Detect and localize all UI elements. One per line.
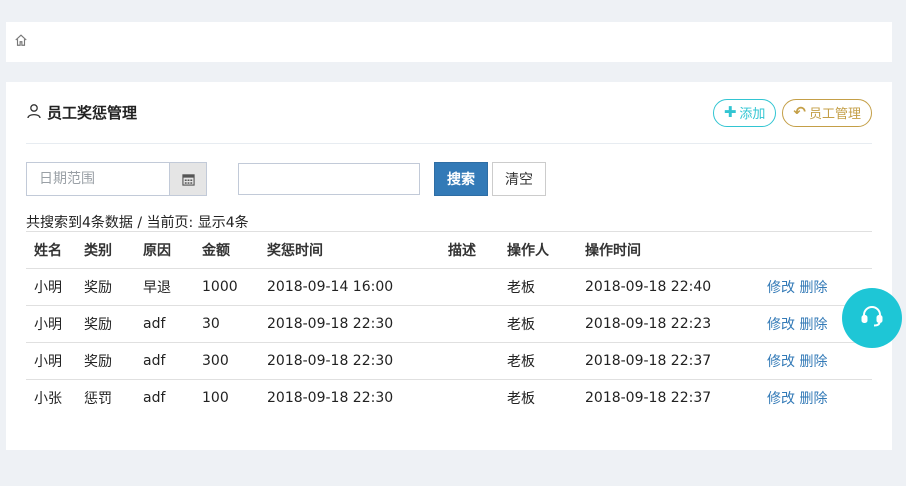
column-header — [767, 231, 872, 269]
cell-name: 小明 — [26, 268, 84, 306]
cell-desc — [448, 268, 507, 306]
breadcrumb — [6, 22, 892, 62]
staff-management-button[interactable]: ↶ 员工管理 — [782, 98, 872, 127]
cell-desc — [448, 305, 507, 343]
date-range-input[interactable] — [26, 162, 169, 196]
page-title: 员工奖惩管理 — [26, 102, 137, 123]
cell-actions: 修改 删除 — [767, 342, 872, 380]
cell-name: 小明 — [26, 342, 84, 380]
search-form: 搜索 清空 — [26, 162, 546, 196]
headset-icon — [858, 302, 886, 334]
cell-reason: 早退 — [143, 268, 202, 306]
cell-amount: 30 — [202, 305, 267, 343]
main-panel: 员工奖惩管理 ✚ 添加 ↶ 员工管理 日期范围 搜索 清空 共搜索到4条数据 /… — [6, 82, 892, 450]
cell-operator: 老板 — [507, 342, 585, 380]
result-summary: 共搜索到4条数据 / 当前页: 显示4条 — [26, 215, 249, 231]
cell-time: 2018-09-18 22:30 — [267, 379, 448, 417]
cell-reason: adf — [143, 305, 202, 343]
column-header: 操作时间 — [585, 231, 767, 269]
table-header-row: 姓名 类别 原因 金额 奖惩时间 描述 操作人 操作时间 — [26, 231, 872, 269]
cell-operator: 老板 — [507, 268, 585, 306]
cell-type: 奖励 — [84, 305, 143, 343]
cell-type: 惩罚 — [84, 379, 143, 417]
cell-reason: adf — [143, 342, 202, 380]
support-button[interactable] — [842, 288, 902, 348]
table-row: 小明 奖励 adf 30 2018-09-18 22:30 老板 2018-09… — [26, 305, 872, 343]
plus-icon: ✚ — [723, 103, 737, 121]
delete-link[interactable]: 删除 — [799, 280, 827, 296]
column-header: 奖惩时间 — [267, 231, 448, 269]
cell-type: 奖励 — [84, 342, 143, 380]
table-row: 小明 奖励 adf 300 2018-09-18 22:30 老板 2018-0… — [26, 342, 872, 380]
delete-link[interactable]: 删除 — [799, 391, 827, 407]
add-button-label: 添加 — [739, 107, 766, 122]
panel-header: 员工奖惩管理 ✚ 添加 ↶ 员工管理 — [26, 82, 872, 144]
column-header: 金额 — [202, 231, 267, 269]
cell-op-time: 2018-09-18 22:23 — [585, 305, 767, 343]
cell-time: 2018-09-18 22:30 — [267, 342, 448, 380]
records-table: 姓名 类别 原因 金额 奖惩时间 描述 操作人 操作时间 小明 奖励 早退 10… — [26, 231, 872, 417]
calendar-icon[interactable] — [169, 162, 207, 196]
cell-actions: 修改 删除 — [767, 379, 872, 417]
cell-amount: 100 — [202, 379, 267, 417]
cell-operator: 老板 — [507, 379, 585, 417]
cell-name: 小张 — [26, 379, 84, 417]
column-header: 类别 — [84, 231, 143, 269]
edit-link[interactable]: 修改 — [767, 280, 795, 296]
cell-desc — [448, 342, 507, 380]
cell-op-time: 2018-09-18 22:40 — [585, 268, 767, 306]
cell-amount: 300 — [202, 342, 267, 380]
cell-operator: 老板 — [507, 305, 585, 343]
edit-link[interactable]: 修改 — [767, 391, 795, 407]
date-range-group — [26, 162, 207, 196]
add-button[interactable]: ✚ 添加 — [712, 98, 777, 127]
column-header: 操作人 — [507, 231, 585, 269]
clear-button[interactable]: 清空 — [492, 162, 546, 196]
cell-time: 2018-09-14 16:00 — [267, 268, 448, 306]
column-header: 原因 — [143, 231, 202, 269]
cell-op-time: 2018-09-18 22:37 — [585, 342, 767, 380]
cell-op-time: 2018-09-18 22:37 — [585, 379, 767, 417]
cell-amount: 1000 — [202, 268, 267, 306]
user-icon — [26, 103, 47, 123]
keyword-input[interactable] — [238, 163, 420, 195]
delete-link[interactable]: 删除 — [799, 354, 827, 370]
edit-link[interactable]: 修改 — [767, 317, 795, 333]
delete-link[interactable]: 删除 — [799, 317, 827, 333]
column-header: 描述 — [448, 231, 507, 269]
reply-arrow-icon: ↶ — [793, 103, 806, 121]
search-button[interactable]: 搜索 — [434, 162, 488, 196]
column-header: 姓名 — [26, 231, 84, 269]
cell-time: 2018-09-18 22:30 — [267, 305, 448, 343]
cell-desc — [448, 379, 507, 417]
home-icon[interactable] — [14, 33, 28, 51]
cell-name: 小明 — [26, 305, 84, 343]
cell-reason: adf — [143, 379, 202, 417]
page-title-text: 员工奖惩管理 — [47, 104, 138, 122]
table-row: 小张 惩罚 adf 100 2018-09-18 22:30 老板 2018-0… — [26, 379, 872, 417]
staff-management-label: 员工管理 — [808, 107, 861, 122]
edit-link[interactable]: 修改 — [767, 354, 795, 370]
cell-type: 奖励 — [84, 268, 143, 306]
table-row: 小明 奖励 早退 1000 2018-09-14 16:00 老板 2018-0… — [26, 268, 872, 306]
